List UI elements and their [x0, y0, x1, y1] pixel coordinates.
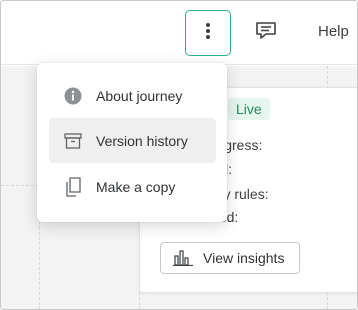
- menu-item-label: About journey: [96, 87, 183, 104]
- more-options-button[interactable]: [185, 10, 231, 56]
- vertical-dots-icon: [205, 22, 211, 45]
- archive-box-icon: [60, 132, 86, 149]
- menu-item-version-history[interactable]: Version history: [49, 118, 216, 163]
- status-badge: Live: [228, 98, 270, 120]
- feedback-button[interactable]: [251, 19, 281, 47]
- bar-chart-icon: [173, 250, 193, 266]
- feedback-icon: [255, 21, 277, 46]
- copy-icon: [60, 176, 86, 197]
- app-frame: Help Live progress: rted: d by rules: sh…: [0, 0, 358, 310]
- view-insights-label: View insights: [203, 250, 285, 266]
- top-bar: Help: [1, 1, 357, 65]
- view-insights-button[interactable]: View insights: [160, 242, 300, 274]
- menu-item-make-a-copy[interactable]: Make a copy: [49, 164, 216, 209]
- info-icon: [60, 87, 86, 105]
- more-options-menu: About journey Version history Make a cop…: [37, 63, 227, 222]
- menu-item-about-journey[interactable]: About journey: [49, 73, 216, 118]
- menu-item-label: Version history: [96, 132, 188, 149]
- menu-item-label: Make a copy: [96, 178, 176, 195]
- help-link[interactable]: Help: [318, 23, 349, 40]
